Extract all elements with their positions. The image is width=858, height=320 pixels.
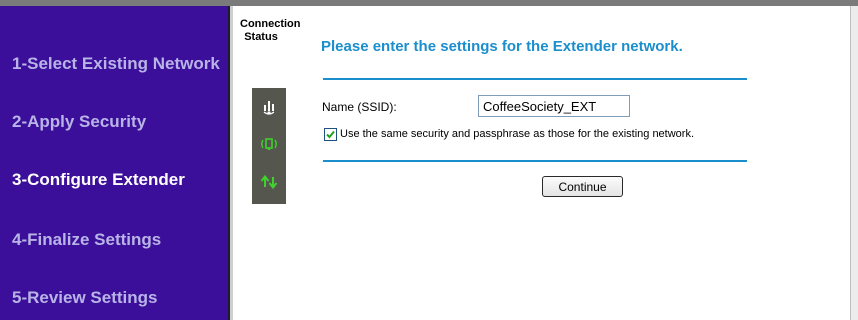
wireless-device-icon xyxy=(261,138,277,150)
page-heading: Please enter the settings for the Extend… xyxy=(321,38,683,55)
signal-bars-icon xyxy=(263,101,275,115)
ssid-label: Name (SSID): xyxy=(322,100,397,114)
connection-status-label: Connection Status xyxy=(240,18,301,43)
step-review-settings[interactable]: 5-Review Settings xyxy=(12,288,158,308)
window-right-edge xyxy=(850,6,858,320)
sidebar-divider xyxy=(230,6,233,320)
ssid-input[interactable] xyxy=(478,95,630,117)
divider-top xyxy=(323,78,747,80)
step-configure-extender[interactable]: 3-Configure Extender xyxy=(12,170,185,190)
continue-button[interactable]: Continue xyxy=(542,176,623,197)
wizard-sidebar: 1-Select Existing Network 2-Apply Securi… xyxy=(0,6,230,320)
step-select-existing-network[interactable]: 1-Select Existing Network xyxy=(12,54,220,74)
same-security-label: Use the same security and passphrase as … xyxy=(340,128,695,140)
checkmark-icon xyxy=(326,130,335,139)
same-security-checkbox[interactable] xyxy=(324,128,337,141)
connection-status-panel xyxy=(252,88,286,204)
divider-bottom xyxy=(323,160,747,162)
step-finalize-settings[interactable]: 4-Finalize Settings xyxy=(12,230,161,250)
transfer-arrows-icon xyxy=(260,174,278,190)
step-apply-security[interactable]: 2-Apply Security xyxy=(12,112,146,132)
